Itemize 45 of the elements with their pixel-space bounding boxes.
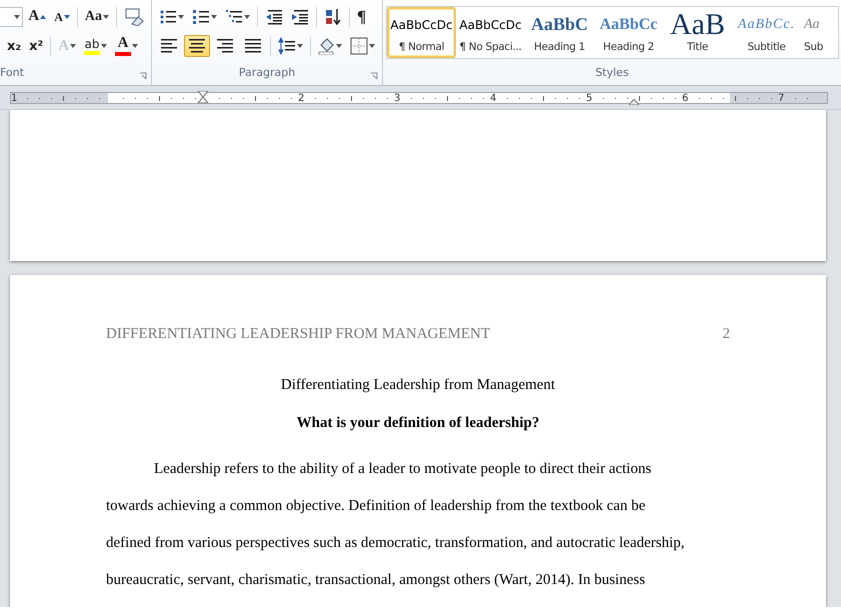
eraser-icon (124, 8, 144, 26)
toolbar-button[interactable]: A (51, 6, 73, 28)
line-spacing-icon (278, 37, 296, 56)
body-paragraph: Leadership refers to the ability of a leader to motivate people to direct their actions towards achieving a common objective. Definition of leadership from the textbook can be defined from various perspectives such as democratic, transformation, and autocratic leadership, bureaucratic, servant, charismatic, transactional, amongst others (Wart, 2014). In business (106, 460, 686, 590)
increase-indent-icon (291, 8, 309, 26)
arrow-icon (40, 14, 46, 19)
align-button[interactable] (184, 35, 210, 58)
indent-marker-icon (629, 99, 639, 105)
ruler-number: 7 (778, 92, 784, 106)
ruler-number: 4 (490, 92, 496, 106)
toolbar-button[interactable]: ab (81, 35, 110, 58)
group-label: Paragraph (238, 66, 296, 79)
toolbar-button[interactable]: x₂ (4, 35, 24, 58)
toolbar-button[interactable]: x² (26, 35, 46, 58)
decrease-indent-icon (265, 8, 283, 26)
font-size-field[interactable] (0, 6, 24, 27)
paint-bucket-icon (317, 37, 335, 56)
dialog-launcher-icon (370, 72, 378, 80)
toolbar-button[interactable]: A (25, 6, 50, 28)
caret-icon (14, 14, 20, 19)
style-option[interactable]: AaBbCcDc ¶ Normal (387, 7, 456, 58)
ruler-number: 1 (11, 92, 18, 106)
page-number: 2 (722, 325, 730, 344)
toolbar-button[interactable]: Aa (82, 6, 112, 28)
section-heading: What is your definition of leadership? (296, 415, 540, 431)
sort-icon (324, 8, 342, 26)
arrow-icon (64, 14, 70, 19)
justify-icon (244, 37, 262, 56)
toolbar-button[interactable]: ¶ (354, 6, 370, 28)
group-label: Font (0, 66, 24, 79)
ruler-number: 3 (394, 92, 400, 106)
group-label: Styles (595, 66, 629, 79)
dialog-launcher-icon (139, 72, 147, 80)
bullet-list-icon (159, 8, 177, 26)
borders-icon (350, 37, 368, 56)
align-right-icon (216, 37, 234, 56)
ruler-number: 2 (298, 92, 304, 106)
align-left-icon (160, 37, 178, 56)
ruler-number: 6 (682, 92, 688, 106)
ruler-number: 5 (586, 92, 592, 106)
toolbar-button[interactable]: A (112, 35, 142, 58)
running-header: DIFFERENTIATING LEADERSHIP FROM MANAGEMENT (106, 325, 490, 344)
document-title: Differentiating Leadership from Management (280, 376, 556, 392)
align-center-icon (188, 37, 206, 56)
numbered-list-icon (192, 8, 210, 26)
